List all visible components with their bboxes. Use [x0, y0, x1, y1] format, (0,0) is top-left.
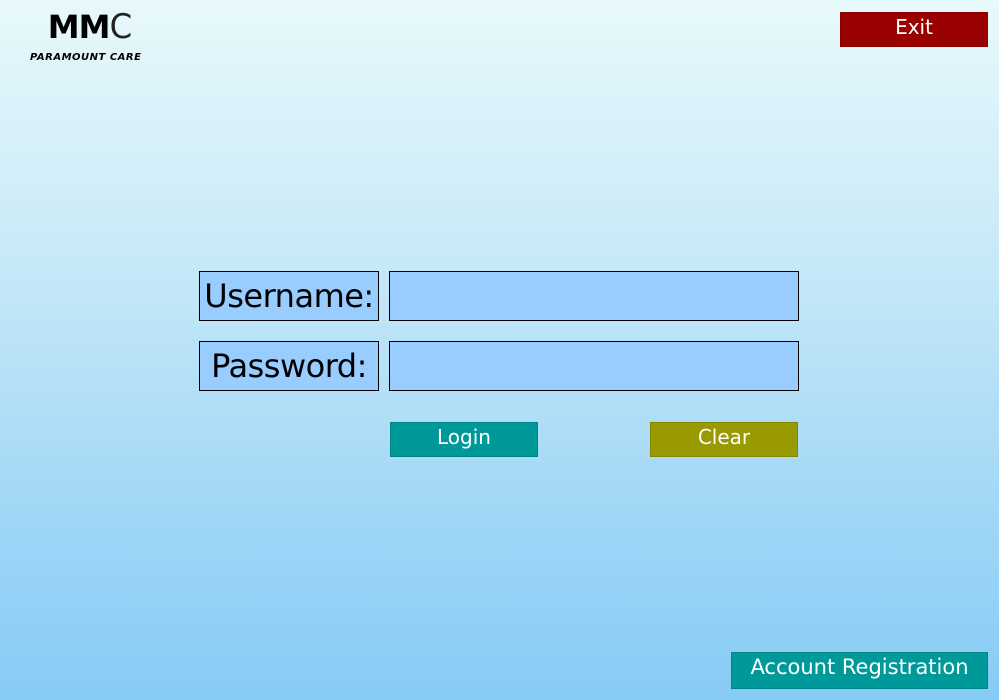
clear-button[interactable]: Clear — [650, 422, 798, 457]
login-button[interactable]: Login — [390, 422, 538, 457]
password-input[interactable] — [389, 341, 799, 391]
account-registration-button[interactable]: Account Registration — [731, 652, 988, 689]
logo-mark: MM C — [47, 7, 133, 47]
password-label: Password: — [199, 341, 379, 391]
company-logo: MM C PARAMOUNT CARE — [30, 10, 150, 63]
username-label: Username: — [199, 271, 379, 321]
username-input[interactable] — [389, 271, 799, 321]
logo-mark-bold: MM — [47, 8, 111, 46]
logo-mark-light: C — [110, 7, 133, 47]
logo-subtitle: PARAMOUNT CARE — [30, 52, 142, 63]
exit-button[interactable]: Exit — [840, 12, 988, 47]
